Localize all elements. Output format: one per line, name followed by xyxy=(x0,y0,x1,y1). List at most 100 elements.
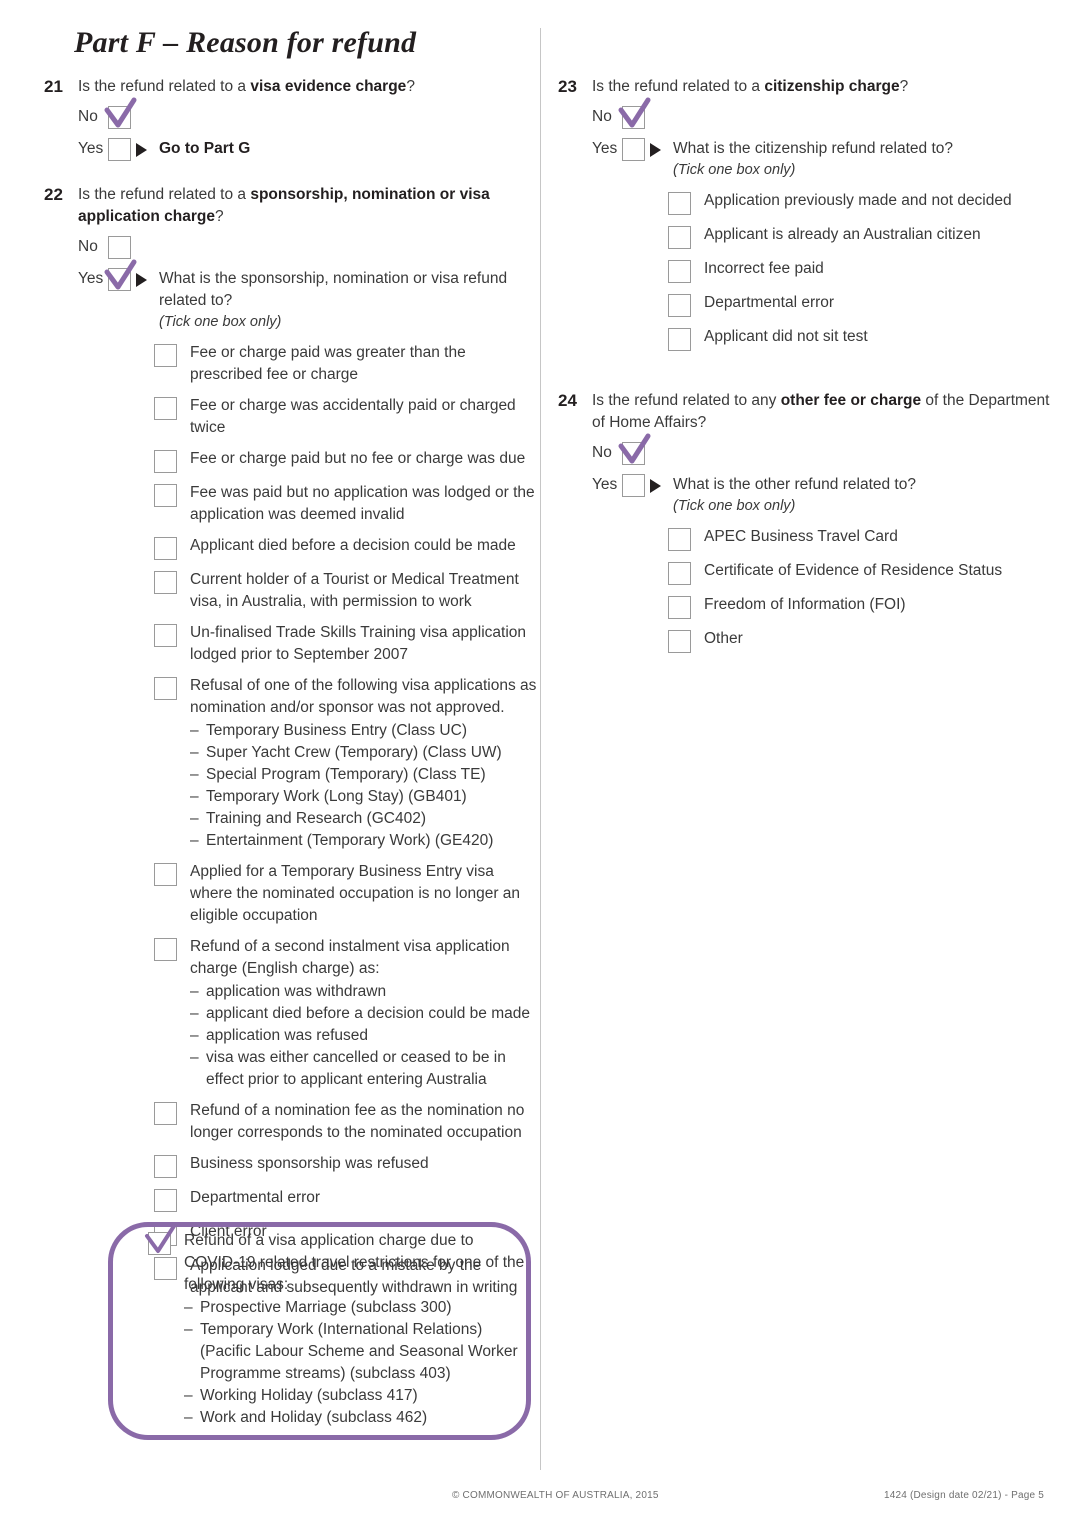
question-22-no-row: No xyxy=(78,234,540,260)
option-checkbox[interactable] xyxy=(668,294,691,317)
option-subitem: – Entertainment (Temporary Work) (GE420) xyxy=(190,830,540,852)
option-subitem: – Temporary Business Entry (Class UC) xyxy=(190,720,540,742)
option-checkbox[interactable] xyxy=(668,596,691,619)
q23-text-after: ? xyxy=(899,78,909,95)
q21-text-before: Is the refund related to a xyxy=(78,78,251,95)
option-subitem: – Super Yacht Crew (Temporary) (Class UW) xyxy=(190,742,540,764)
option-checkbox[interactable] xyxy=(154,1189,177,1212)
option-row: Fee or charge was accidentally paid or c… xyxy=(154,395,540,439)
dash-bullet: – xyxy=(190,1027,199,1044)
dash-bullet: – xyxy=(184,1299,193,1316)
dash-bullet: – xyxy=(190,1049,199,1066)
option-checkbox[interactable] xyxy=(154,537,177,560)
option-checkbox[interactable] xyxy=(154,344,177,367)
option-sublist: – Temporary Business Entry (Class UC) – Sup… xyxy=(190,720,540,852)
question-22-yes-checkbox[interactable] xyxy=(104,259,137,291)
option-text-wrap: Business sponsorship was refused xyxy=(190,1153,540,1175)
option-checkbox[interactable] xyxy=(668,260,691,283)
option-checkbox[interactable] xyxy=(154,397,177,420)
tick-one-box-note: (Tick one box only) xyxy=(673,162,796,178)
option-row: Fee or charge paid was greater than the … xyxy=(154,342,540,386)
question-23-yes-checkbox[interactable] xyxy=(622,138,645,161)
option-subitem: – Special Program (Temporary) (Class TE) xyxy=(190,764,540,786)
option-row: Applicant is already an Australian citiz… xyxy=(668,224,1058,249)
option-row: Applicant did not sit test xyxy=(668,326,1058,351)
question-22-yes-followup: What is the sponsorship, nomination or v… xyxy=(159,270,508,309)
option-checkbox[interactable] xyxy=(668,328,691,351)
option-checkbox[interactable] xyxy=(154,1155,177,1178)
option-label: Incorrect fee paid xyxy=(704,260,824,277)
option-subitem-label: Entertainment (Temporary Work) (GE420) xyxy=(206,832,494,849)
option-label: Applicant is already an Australian citiz… xyxy=(704,226,981,243)
question-21-yes-checkbox[interactable] xyxy=(108,138,131,161)
covid-option-checkbox[interactable] xyxy=(145,1224,176,1255)
option-label: Departmental error xyxy=(704,294,835,311)
question-23-yes-followup: What is the citizenship refund related t… xyxy=(673,140,954,157)
right-column: 23 Is the refund related to a citizenshi… xyxy=(558,76,1058,662)
option-checkbox[interactable] xyxy=(154,624,177,647)
option-checkbox[interactable] xyxy=(154,484,177,507)
option-checkbox[interactable] xyxy=(154,863,177,886)
option-checkbox[interactable] xyxy=(668,226,691,249)
option-row: Refund of a nomination fee as the nomina… xyxy=(154,1100,540,1144)
covid-option-label: Refund of a visa application charge due … xyxy=(184,1232,525,1293)
option-text-wrap: Other xyxy=(704,628,1058,650)
question-23-options: Application previously made and not deci… xyxy=(668,190,1058,351)
option-row: Un-finalised Trade Skills Training visa … xyxy=(154,622,540,666)
question-23: 23 Is the refund related to a citizenshi… xyxy=(558,76,1058,351)
question-22-options: Fee or charge paid was greater than the … xyxy=(154,342,540,1299)
option-subitem-label: Working Holiday (subclass 417) xyxy=(200,1387,418,1404)
option-subitem: – Work and Holiday (subclass 462) xyxy=(184,1407,528,1429)
option-text-wrap: Refusal of one of the following visa app… xyxy=(190,675,540,852)
option-subitem-label: Temporary Business Entry (Class UC) xyxy=(206,722,467,739)
arrow-right-icon xyxy=(650,479,661,493)
option-checkbox[interactable] xyxy=(154,1102,177,1125)
option-checkbox[interactable] xyxy=(668,192,691,215)
option-text-wrap: Applicant is already an Australian citiz… xyxy=(704,224,1058,246)
page-title: Part F – Reason for refund xyxy=(74,26,417,59)
question-23-text: Is the refund related to a citizenship c… xyxy=(592,76,1058,98)
option-row: APEC Business Travel Card xyxy=(668,526,1058,551)
yes-label: Yes xyxy=(592,476,618,493)
question-23-no-checkbox[interactable] xyxy=(618,97,651,129)
option-text-wrap: Certificate of Evidence of Residence Sta… xyxy=(704,560,1058,582)
option-row: Refund of a second instalment visa appli… xyxy=(154,936,540,1091)
question-21-text: Is the refund related to a visa evidence… xyxy=(78,76,540,98)
question-22-no-checkbox[interactable] xyxy=(108,236,131,259)
option-subitem-label: Special Program (Temporary) (Class TE) xyxy=(206,766,486,783)
question-22-number: 22 xyxy=(44,185,63,204)
option-row: Freedom of Information (FOI) xyxy=(668,594,1058,619)
question-24-no-checkbox[interactable] xyxy=(618,433,651,465)
option-text-wrap: Application previously made and not deci… xyxy=(704,190,1058,212)
question-22-text: Is the refund related to a sponsorship, … xyxy=(78,184,540,228)
dash-bullet: – xyxy=(190,766,199,783)
option-checkbox[interactable] xyxy=(154,938,177,961)
question-23-yes-followup-wrap: What is the citizenship refund related t… xyxy=(673,136,1058,180)
question-23-number: 23 xyxy=(558,77,577,96)
yes-label: Yes xyxy=(78,140,104,157)
option-label: Refusal of one of the following visa app… xyxy=(190,677,537,716)
option-checkbox[interactable] xyxy=(154,450,177,473)
option-text-wrap: Departmental error xyxy=(704,292,1058,314)
q23-text-before: Is the refund related to a xyxy=(592,78,765,95)
option-row: Departmental error xyxy=(668,292,1058,317)
option-checkbox[interactable] xyxy=(154,571,177,594)
dash-bullet: – xyxy=(184,1321,193,1338)
option-checkbox[interactable] xyxy=(668,630,691,653)
question-24-yes-checkbox[interactable] xyxy=(622,474,645,497)
option-subitem-label: Temporary Work (International Relations)… xyxy=(200,1321,518,1382)
question-21: 21 Is the refund related to a visa evide… xyxy=(44,76,540,162)
option-text-wrap: Applicant died before a decision could b… xyxy=(190,535,540,557)
arrow-right-icon xyxy=(136,143,147,157)
question-24-options: APEC Business Travel Card Certificate of … xyxy=(668,526,1058,653)
option-checkbox[interactable] xyxy=(154,677,177,700)
question-21-no-checkbox[interactable] xyxy=(104,97,137,129)
option-text-wrap: Current holder of a Tourist or Medical T… xyxy=(190,569,540,613)
yes-label: Yes xyxy=(592,140,618,157)
dash-bullet: – xyxy=(190,722,199,739)
option-label: Fee or charge paid but no fee or charge … xyxy=(190,450,526,467)
option-checkbox[interactable] xyxy=(668,528,691,551)
option-subitem-label: Temporary Work (Long Stay) (GB401) xyxy=(206,788,467,805)
option-checkbox[interactable] xyxy=(668,562,691,585)
option-label: Application previously made and not deci… xyxy=(704,192,1012,209)
